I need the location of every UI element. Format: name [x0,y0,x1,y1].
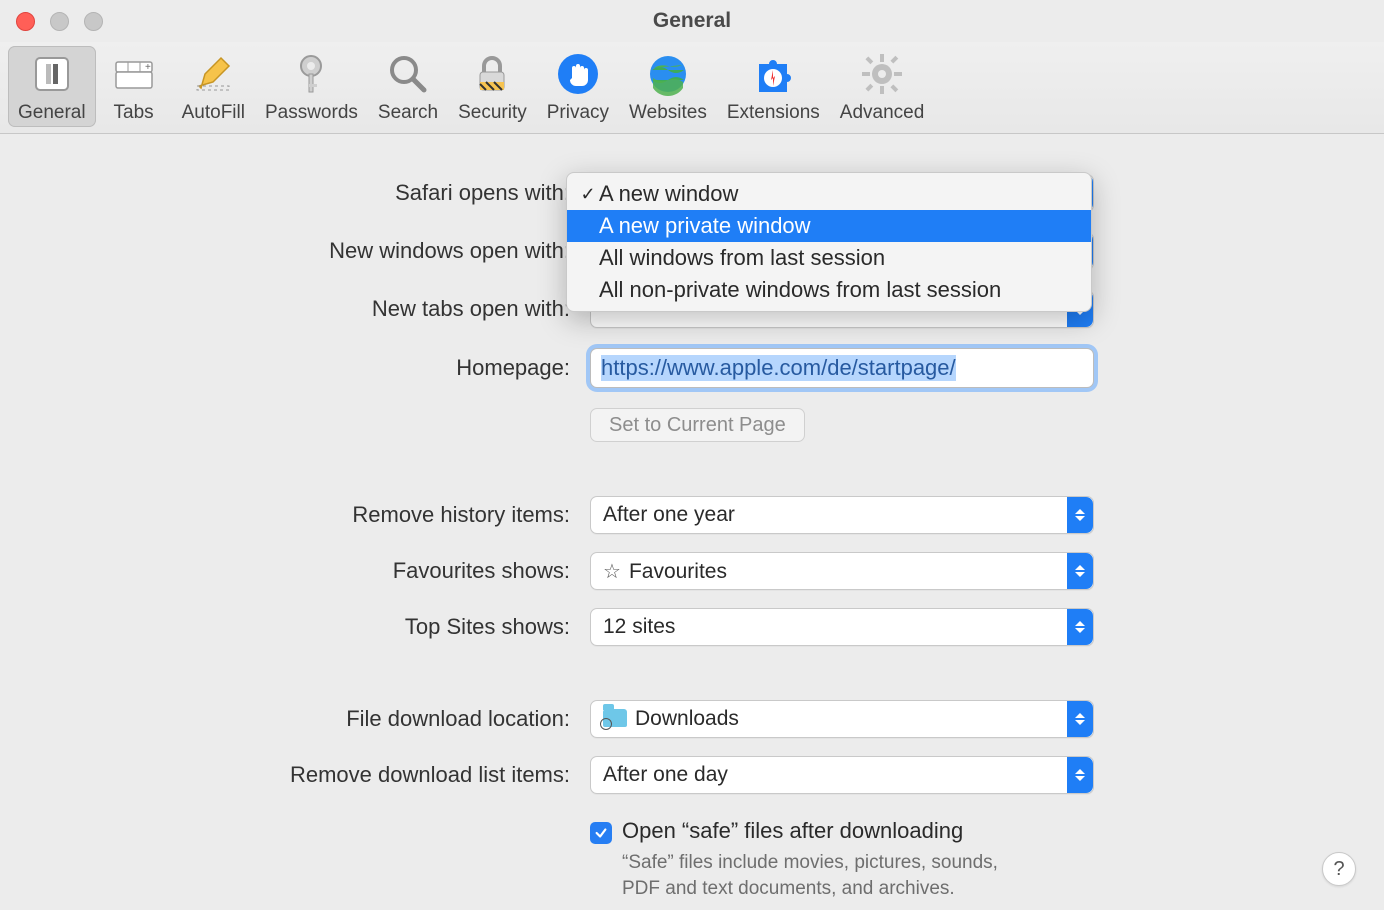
toolbar-label: Search [378,102,438,124]
toolbar-passwords[interactable]: Passwords [255,46,368,127]
folder-icon [603,709,627,727]
preferences-toolbar: General + Tabs AutoFill Passwords Search… [0,42,1384,134]
label-remove-download-list: Remove download list items: [70,762,590,788]
switch-icon [28,50,76,98]
toolbar-label: Websites [629,102,707,124]
globe-icon [644,50,692,98]
label-new-windows-open-with: New windows open with: [70,238,590,264]
key-icon [287,50,335,98]
traffic-lights [16,12,103,31]
lock-icon [468,50,516,98]
chevron-updown-icon [1067,497,1093,533]
window-title: General [0,9,1384,33]
chevron-updown-icon [1067,609,1093,645]
chevron-updown-icon [1067,701,1093,737]
zoom-window-button[interactable] [84,12,103,31]
pencil-icon [189,50,237,98]
toolbar-label: Privacy [547,102,609,124]
download-location-value: Downloads [635,707,739,730]
label-new-tabs-open-with: New tabs open with: [70,296,590,322]
toolbar-extensions[interactable]: Extensions [717,46,830,127]
tabs-icon: + [110,50,158,98]
open-safe-files-label: Open “safe” files after downloading [622,818,1022,844]
download-location-select[interactable]: Downloads [590,700,1094,738]
toolbar-label: Extensions [727,102,820,124]
toolbar-autofill[interactable]: AutoFill [172,46,255,127]
homepage-input[interactable] [590,348,1094,388]
toolbar-privacy[interactable]: Privacy [537,46,619,127]
close-window-button[interactable] [16,12,35,31]
remove-history-value: After one year [603,503,1067,527]
gear-icon [858,50,906,98]
puzzle-icon [749,50,797,98]
label-top-sites-shows: Top Sites shows: [70,614,590,640]
dropdown-option-label: All non-private windows from last sessio… [599,277,1001,303]
dropdown-option[interactable]: All non-private windows from last sessio… [567,274,1091,306]
dropdown-option-label: All windows from last session [599,245,885,271]
dropdown-option-label: A new window [599,181,738,207]
toolbar-general[interactable]: General [8,46,96,127]
remove-download-list-select[interactable]: After one day [590,756,1094,794]
safari-opens-with-dropdown: ✓ A new window A new private window All … [566,172,1092,312]
checkmark-icon: ✓ [577,184,599,205]
open-safe-files-help: “Safe” files include movies, pictures, s… [622,850,1022,901]
star-icon [603,560,629,583]
set-to-current-page-button[interactable]: Set to Current Page [590,408,805,442]
toolbar-label: Passwords [265,102,358,124]
label-file-download-location: File download location: [70,706,590,732]
hand-icon [554,50,602,98]
chevron-updown-icon [1067,553,1093,589]
toolbar-websites[interactable]: Websites [619,46,717,127]
open-safe-files-checkbox[interactable] [590,822,612,844]
dropdown-option[interactable]: ✓ A new window [567,178,1091,210]
toolbar-label: Advanced [840,102,925,124]
search-icon [384,50,432,98]
label-homepage: Homepage: [70,355,590,381]
remove-history-select[interactable]: After one year [590,496,1094,534]
help-button[interactable]: ? [1322,852,1356,886]
chevron-updown-icon [1067,757,1093,793]
minimise-window-button[interactable] [50,12,69,31]
titlebar: General [0,0,1384,42]
dropdown-option-label: A new private window [599,213,811,239]
remove-download-list-value: After one day [603,763,1067,787]
toolbar-search[interactable]: Search [368,46,448,127]
toolbar-security[interactable]: Security [448,46,537,127]
toolbar-label: Tabs [114,102,154,124]
label-safari-opens-with: Safari opens with: [70,180,590,206]
toolbar-label: AutoFill [182,102,245,124]
toolbar-advanced[interactable]: Advanced [830,46,935,127]
toolbar-label: Security [458,102,527,124]
top-sites-value: 12 sites [603,615,1067,639]
label-favourites-shows: Favourites shows: [70,558,590,584]
label-remove-history: Remove history items: [70,502,590,528]
dropdown-option[interactable]: All windows from last session [567,242,1091,274]
dropdown-option[interactable]: A new private window [567,210,1091,242]
top-sites-select[interactable]: 12 sites [590,608,1094,646]
toolbar-tabs[interactable]: + Tabs [96,46,172,127]
favourites-shows-select[interactable]: Favourites [590,552,1094,590]
toolbar-label: General [18,102,86,124]
favourites-value: Favourites [629,560,727,583]
